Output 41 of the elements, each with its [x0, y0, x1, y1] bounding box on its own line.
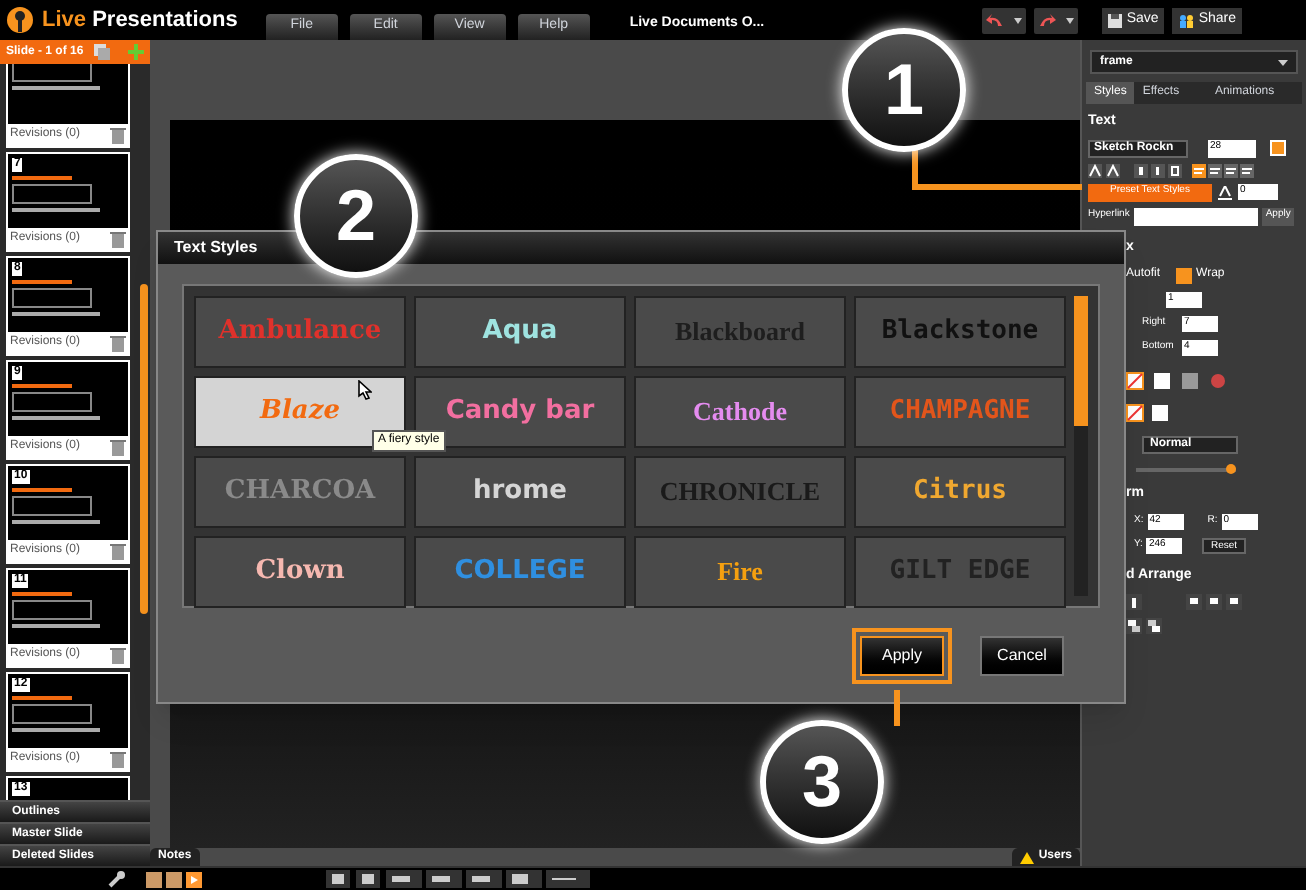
- font-size-icons[interactable]: [1088, 163, 1120, 177]
- wrap-checkbox[interactable]: [1176, 267, 1193, 283]
- text-style-option[interactable]: Cathode: [634, 376, 846, 448]
- leader-line: [894, 690, 900, 726]
- scrollbar-thumb[interactable]: [140, 284, 148, 614]
- caret-icon[interactable]: [1278, 59, 1288, 65]
- text-style-icons[interactable]: [1134, 163, 1182, 177]
- align-icon[interactable]: [1208, 163, 1222, 177]
- trash-icon[interactable]: [110, 750, 126, 768]
- people-icon: [1178, 13, 1195, 27]
- align-icon[interactable]: [1224, 163, 1238, 177]
- trash-icon[interactable]: [110, 438, 126, 456]
- trash-icon[interactable]: [110, 646, 126, 664]
- wrench-icon[interactable]: [108, 870, 126, 888]
- trash-icon[interactable]: [110, 230, 126, 248]
- trash-icon[interactable]: [110, 126, 126, 144]
- slider-thumb[interactable]: [1225, 464, 1235, 474]
- scrollbar-thumb[interactable]: [1074, 296, 1088, 426]
- spacing-icon[interactable]: [1218, 185, 1232, 199]
- redo-button[interactable]: [1034, 7, 1079, 33]
- trash-icon[interactable]: [110, 542, 126, 560]
- view-mode-icons[interactable]: [146, 871, 206, 887]
- app-title: Live Presentations: [42, 5, 238, 36]
- text-style-option[interactable]: Citrus: [854, 456, 1066, 528]
- hyperlink-field[interactable]: [1133, 207, 1258, 225]
- line-options-icons[interactable]: [1126, 404, 1170, 422]
- text-style-option[interactable]: Fire: [634, 536, 846, 608]
- text-style-option[interactable]: Clown: [194, 536, 406, 608]
- undo-button[interactable]: [982, 7, 1027, 33]
- text-style-option[interactable]: Aqua: [414, 296, 626, 368]
- trash-icon[interactable]: [110, 334, 126, 352]
- dialog-button[interactable]: Cancel: [980, 636, 1064, 676]
- align-icon[interactable]: [1192, 163, 1206, 177]
- layer-order-icons[interactable]: [1126, 618, 1162, 634]
- color-swatch[interactable]: [1270, 140, 1286, 156]
- fill-options-icons[interactable]: [1126, 372, 1226, 390]
- text-style-option[interactable]: hrome: [414, 456, 626, 528]
- arrange-icons[interactable]: [1126, 594, 1246, 610]
- logo-icon: [6, 6, 34, 34]
- align-icon[interactable]: [1240, 163, 1254, 177]
- cursor-icon[interactable]: [358, 380, 372, 400]
